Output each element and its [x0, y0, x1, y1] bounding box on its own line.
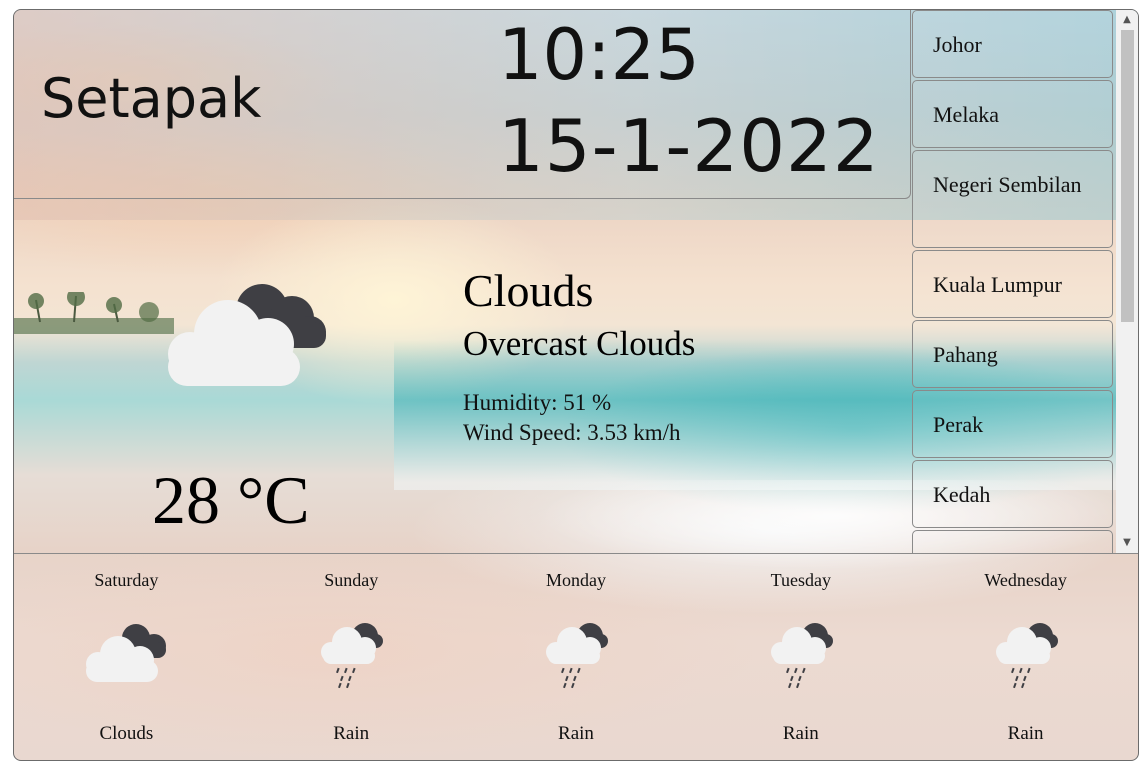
- forecast-condition: Rain: [558, 723, 594, 744]
- rain-icon: [545, 623, 608, 689]
- scroll-down-arrow-icon[interactable]: ▼: [1116, 533, 1138, 553]
- state-list-scrollbar[interactable]: ▲ ▼: [1116, 10, 1138, 553]
- state-item-pahang[interactable]: Pahang: [912, 320, 1113, 388]
- forecast-day: Sunday Rain: [239, 554, 464, 760]
- cloudy-icon: [86, 624, 167, 682]
- humidity-readout: Humidity: 51 %: [463, 390, 612, 415]
- forecast-day-name: Wednesday: [984, 570, 1067, 590]
- state-item-next[interactable]: [912, 530, 1113, 553]
- state-item-kedah[interactable]: Kedah: [912, 460, 1113, 528]
- scroll-up-arrow-icon[interactable]: ▲: [1116, 10, 1138, 30]
- forecast-day: Wednesday Rain: [913, 554, 1138, 760]
- forecast-day: Monday Rain: [464, 554, 689, 760]
- scrollbar-thumb[interactable]: [1121, 30, 1134, 322]
- state-list[interactable]: Johor Melaka Negeri Sembilan Kuala Lumpu…: [912, 10, 1115, 553]
- current-temperature: 28 °C: [152, 462, 310, 538]
- rain-icon: [321, 623, 384, 689]
- forecast-condition: Rain: [1007, 723, 1044, 744]
- forecast-day-name: Tuesday: [770, 570, 831, 590]
- cloudy-icon: [168, 284, 326, 386]
- forecast-condition: Clouds: [99, 723, 154, 744]
- forecast-day-name: Saturday: [94, 570, 159, 590]
- current-description: Overcast Clouds: [463, 324, 696, 363]
- state-item-perak[interactable]: Perak: [912, 390, 1113, 458]
- state-item-kuala-lumpur[interactable]: Kuala Lumpur: [912, 250, 1113, 318]
- weather-app: Setapak 10:25 15-1-2022 28 °C Clouds Ove…: [13, 9, 1139, 761]
- state-item-negeri-sembilan[interactable]: Negeri Sembilan: [912, 150, 1113, 248]
- state-item-johor[interactable]: Johor: [912, 10, 1113, 78]
- wind-speed-readout: Wind Speed: 3.53 km/h: [463, 420, 681, 445]
- forecast-condition: Rain: [782, 723, 819, 744]
- current-time: 10:25: [498, 14, 700, 96]
- state-item-melaka[interactable]: Melaka: [912, 80, 1113, 148]
- city-name: Setapak: [41, 67, 262, 130]
- forecast-day-name: Sunday: [324, 570, 379, 590]
- header-panel: Setapak 10:25 15-1-2022: [14, 10, 911, 199]
- forecast-day-name: Monday: [545, 570, 606, 590]
- current-date: 15-1-2022: [498, 104, 880, 188]
- forecast-strip: Saturday Clouds Sunday Rain Monday Rain …: [14, 553, 1138, 760]
- current-condition: Clouds: [463, 265, 594, 316]
- forecast-condition: Rain: [333, 723, 370, 744]
- rain-icon: [770, 623, 833, 689]
- forecast-day: Saturday Clouds: [14, 554, 239, 760]
- rain-icon: [995, 623, 1058, 689]
- forecast-day: Tuesday Rain: [688, 554, 913, 760]
